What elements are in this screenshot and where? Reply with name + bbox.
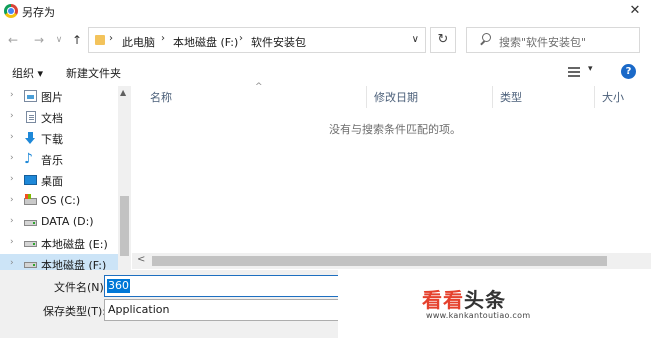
- up-button[interactable]: ↑: [70, 32, 84, 48]
- address-dropdown-icon[interactable]: ∨: [412, 34, 419, 45]
- search-box[interactable]: 搜索"软件安装包": [466, 27, 640, 53]
- breadcrumb-separator: ›: [161, 33, 165, 44]
- sidebar-item-label: 本地磁盘 (F:): [41, 259, 107, 270]
- downloads-icon: [24, 132, 37, 144]
- expand-chevron-icon[interactable]: ›: [10, 216, 14, 226]
- sidebar-item-data-d[interactable]: › DATA (D:): [0, 212, 118, 233]
- folder-icon: [95, 35, 105, 45]
- expand-chevron-icon[interactable]: ›: [10, 132, 14, 142]
- empty-state-message: 没有与搜索条件匹配的项。: [329, 123, 461, 136]
- sidebar-item-downloads[interactable]: › 下载: [0, 128, 118, 149]
- expand-chevron-icon[interactable]: ›: [10, 111, 14, 121]
- sidebar-item-label: 桌面: [41, 175, 63, 188]
- sidebar-item-drive-e[interactable]: › 本地磁盘 (E:): [0, 233, 118, 254]
- column-header-size[interactable]: 大小: [602, 89, 624, 105]
- organize-button[interactable]: 组织 ▾: [12, 65, 43, 81]
- sidebar-item-music[interactable]: › ♪ 音乐: [0, 149, 118, 170]
- chrome-app-icon: [4, 4, 18, 18]
- watermark-logo: 看看头条: [422, 284, 506, 313]
- close-button[interactable]: ✕: [625, 1, 645, 21]
- sidebar-item-documents[interactable]: › 文档: [0, 107, 118, 128]
- sidebar-item-label: 音乐: [41, 154, 63, 167]
- breadcrumb-current-folder[interactable]: 软件安装包: [251, 34, 306, 50]
- filename-value[interactable]: 360: [107, 279, 130, 293]
- scrollbar-thumb[interactable]: [120, 196, 129, 256]
- sidebar-item-desktop[interactable]: › 桌面: [0, 170, 118, 191]
- breadcrumb-separator: ›: [239, 33, 243, 44]
- column-divider[interactable]: [366, 86, 367, 108]
- expand-chevron-icon[interactable]: ›: [10, 174, 14, 184]
- search-placeholder: 搜索"软件安装包": [499, 36, 587, 49]
- navigation-pane: › 图片 › 文档 › 下载 › ♪ 音乐 › 桌面 › OS (C:) › D…: [0, 86, 131, 270]
- search-icon: [479, 33, 491, 47]
- watermark-logo-b: 头条: [464, 288, 506, 312]
- watermark-url: www.kankantoutiao.com: [426, 311, 531, 320]
- scroll-up-arrow-icon[interactable]: ▲: [120, 88, 126, 97]
- column-header-row: ^ 名称 修改日期 类型 大小: [132, 82, 651, 108]
- expand-chevron-icon[interactable]: ›: [10, 90, 14, 100]
- sidebar-item-label: 本地磁盘 (E:): [41, 238, 108, 251]
- view-options-icon[interactable]: [568, 67, 580, 77]
- expand-chevron-icon[interactable]: ›: [10, 195, 14, 205]
- desktop-icon: [24, 175, 37, 185]
- sidebar-item-label: OS (C:): [41, 194, 81, 207]
- music-icon: ♪: [24, 151, 33, 167]
- scroll-left-arrow-icon[interactable]: <: [137, 254, 145, 265]
- expand-chevron-icon[interactable]: ›: [10, 237, 14, 247]
- breadcrumb-separator: ›: [109, 33, 113, 44]
- navigation-bar: ← → ∨ ↑ › 此电脑 › 本地磁盘 (F:) › 软件安装包 ∨ ↻ 搜索…: [0, 24, 651, 56]
- sidebar-item-label: 下载: [41, 133, 63, 146]
- column-header-date[interactable]: 修改日期: [374, 89, 418, 105]
- column-header-type[interactable]: 类型: [500, 89, 522, 105]
- sidebar-item-label: 图片: [41, 91, 63, 104]
- window-title: 另存为: [22, 6, 55, 19]
- pictures-icon: [24, 90, 37, 102]
- command-toolbar: 组织 ▾ 新建文件夹 ▾ ?: [0, 58, 651, 86]
- sidebar-item-label: DATA (D:): [41, 215, 94, 228]
- filename-label: 文件名(N):: [54, 281, 108, 294]
- sidebar-item-drive-f[interactable]: › 本地磁盘 (F:): [0, 254, 118, 270]
- drive-icon: [24, 241, 37, 247]
- os-drive-icon: [24, 194, 37, 205]
- back-button[interactable]: ←: [6, 32, 20, 48]
- drive-icon: [24, 220, 37, 226]
- help-icon[interactable]: ?: [621, 64, 636, 79]
- watermark: 看看头条 www.kankantoutiao.com: [338, 270, 651, 338]
- sidebar-item-pictures[interactable]: › 图片: [0, 86, 118, 107]
- expand-chevron-icon[interactable]: ›: [10, 258, 14, 268]
- column-header-name[interactable]: 名称: [150, 89, 172, 105]
- file-list-pane: ^ 名称 修改日期 类型 大小 没有与搜索条件匹配的项。: [132, 82, 651, 270]
- sidebar-item-label: 文档: [41, 112, 63, 125]
- scrollbar-thumb[interactable]: [152, 256, 607, 266]
- title-bar: 另存为 ✕: [0, 0, 651, 22]
- sort-indicator-icon: ^: [255, 82, 263, 92]
- view-dropdown-icon[interactable]: ▾: [588, 64, 593, 74]
- breadcrumb-this-pc[interactable]: 此电脑: [122, 34, 155, 50]
- refresh-button[interactable]: ↻: [430, 27, 456, 53]
- navigation-scrollbar[interactable]: ▲: [118, 86, 131, 270]
- breadcrumb-drive-f[interactable]: 本地磁盘 (F:): [173, 34, 238, 50]
- forward-button[interactable]: →: [32, 32, 46, 48]
- filetype-label: 保存类型(T):: [43, 305, 107, 318]
- sidebar-item-os-c[interactable]: › OS (C:): [0, 191, 118, 212]
- horizontal-scrollbar[interactable]: <: [132, 253, 651, 269]
- watermark-logo-a: 看看: [422, 288, 464, 312]
- address-bar[interactable]: › 此电脑 › 本地磁盘 (F:) › 软件安装包 ∨: [88, 27, 426, 53]
- recent-locations-button[interactable]: ∨: [52, 32, 66, 48]
- drive-icon: [24, 262, 37, 268]
- documents-icon: [26, 111, 36, 123]
- new-folder-button[interactable]: 新建文件夹: [66, 65, 121, 81]
- column-divider[interactable]: [492, 86, 493, 108]
- expand-chevron-icon[interactable]: ›: [10, 153, 14, 163]
- column-divider[interactable]: [594, 86, 595, 108]
